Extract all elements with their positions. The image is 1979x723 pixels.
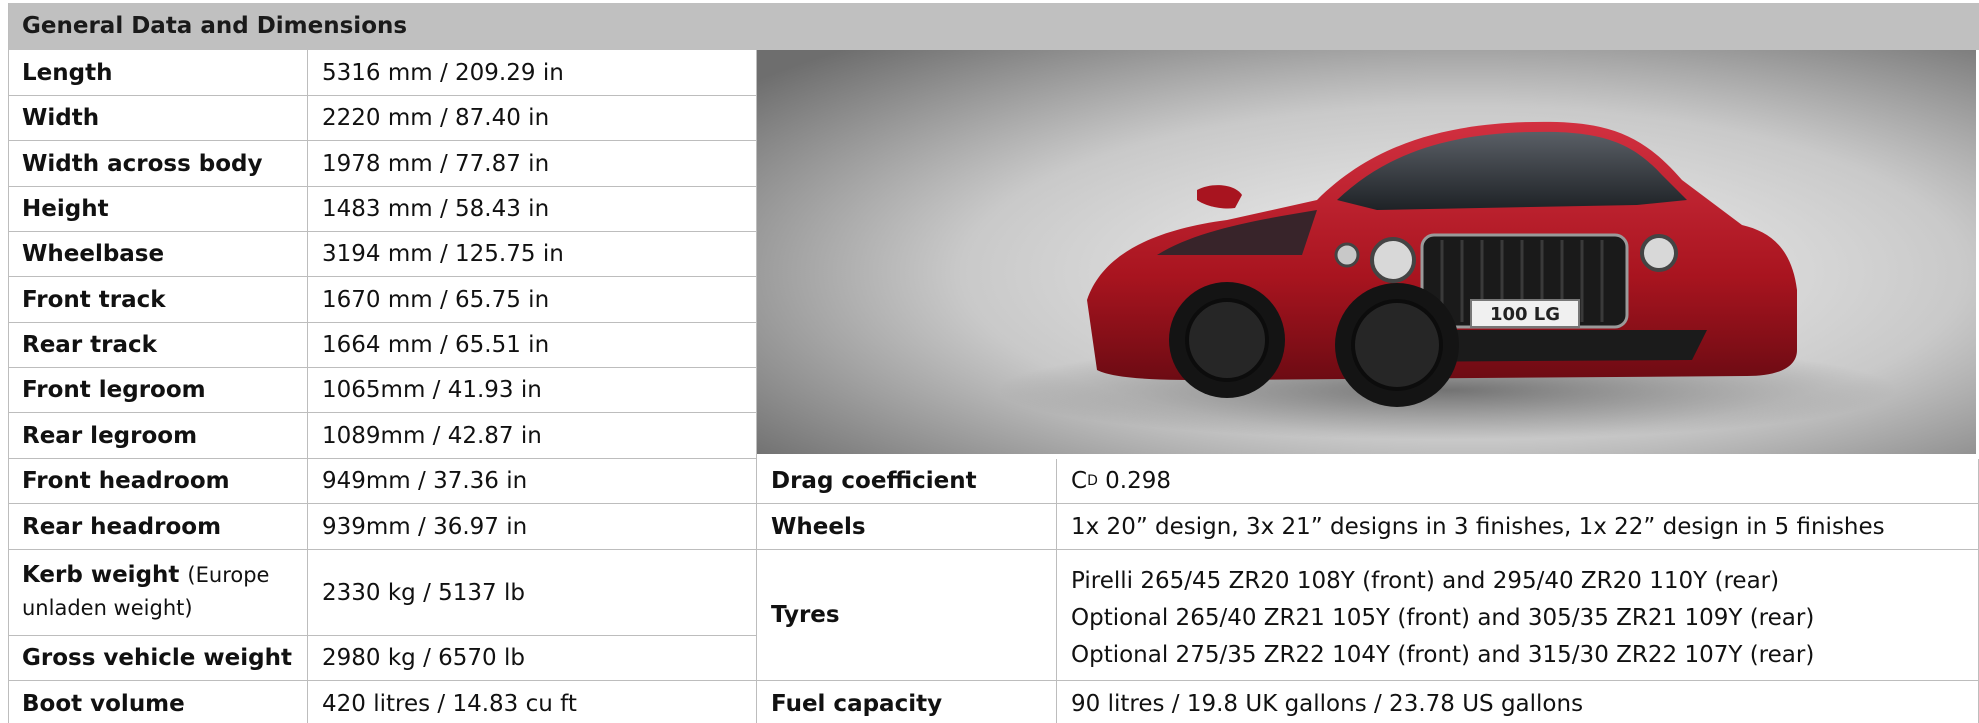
label-width-across-body: Width across body [8, 141, 308, 187]
value-drag-coefficient: CD 0.298 [1057, 459, 1979, 504]
kerb-weight-label: Kerb weight [22, 562, 180, 588]
value-rear-legroom: 1089mm / 42.87 in [308, 413, 757, 459]
value-gross-vehicle-weight: 2980 kg / 6570 lb [308, 636, 757, 681]
label-rear-track: Rear track [8, 323, 308, 368]
label-width: Width [8, 96, 308, 141]
label-tyres: Tyres [757, 550, 1057, 681]
value-rear-headroom: 939mm / 36.97 in [308, 504, 757, 550]
value-front-legroom: 1065mm / 41.93 in [308, 368, 757, 413]
label-gross-vehicle-weight: Gross vehicle weight [8, 636, 308, 681]
value-wheels: 1x 20” design, 3x 21” designs in 3 finis… [1057, 504, 1979, 550]
value-width-across-body: 1978 mm / 77.87 in [308, 141, 757, 187]
label-boot-volume: Boot volume [8, 681, 308, 723]
value-rear-track: 1664 mm / 65.51 in [308, 323, 757, 368]
tyres-line-2: Optional 265/40 ZR21 105Y (front) and 30… [1071, 605, 1815, 631]
tyres-line-3: Optional 275/35 ZR22 104Y (front) and 31… [1071, 642, 1815, 668]
label-fuel-capacity: Fuel capacity [757, 681, 1057, 723]
value-boot-volume: 420 litres / 14.83 cu ft [308, 681, 757, 723]
car-photo: 100 LG [757, 50, 1976, 454]
drag-prefix: C [1071, 468, 1088, 494]
drag-subscript: D [1087, 473, 1098, 489]
label-front-headroom: Front headroom [8, 459, 308, 504]
value-length: 5316 mm / 209.29 in [308, 50, 757, 96]
label-kerb-weight: Kerb weight (Europe unladen weight) [8, 550, 308, 636]
label-wheelbase: Wheelbase [8, 232, 308, 277]
drag-value: 0.298 [1105, 468, 1172, 494]
label-drag-coefficient: Drag coefficient [757, 459, 1057, 504]
label-front-legroom: Front legroom [8, 368, 308, 413]
label-length: Length [8, 50, 308, 96]
label-rear-legroom: Rear legroom [8, 413, 308, 459]
value-fuel-capacity: 90 litres / 19.8 UK gallons / 23.78 US g… [1057, 681, 1979, 723]
value-tyres: Pirelli 265/45 ZR20 108Y (front) and 295… [1057, 550, 1979, 681]
value-width: 2220 mm / 87.40 in [308, 96, 757, 141]
license-plate-text: 100 LG [1490, 304, 1560, 325]
value-front-headroom: 949mm / 37.36 in [308, 459, 757, 504]
value-height: 1483 mm / 58.43 in [308, 187, 757, 232]
tyres-line-1: Pirelli 265/45 ZR20 108Y (front) and 295… [1071, 568, 1780, 594]
value-wheelbase: 3194 mm / 125.75 in [308, 232, 757, 277]
value-front-track: 1670 mm / 65.75 in [308, 277, 757, 323]
label-height: Height [8, 187, 308, 232]
label-wheels: Wheels [757, 504, 1057, 550]
label-front-track: Front track [8, 277, 308, 323]
label-rear-headroom: Rear headroom [8, 504, 308, 550]
value-kerb-weight: 2330 kg / 5137 lb [308, 550, 757, 636]
